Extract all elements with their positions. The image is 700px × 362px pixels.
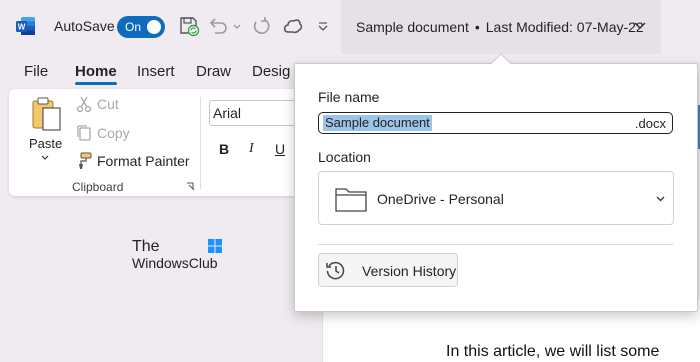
paste-button[interactable]: Paste: [29, 136, 62, 151]
tab-home[interactable]: Home: [75, 63, 117, 80]
autosave-label: AutoSave: [54, 18, 115, 34]
document-title-button[interactable]: Sample document • Last Modified: 07-May-22: [341, 0, 661, 54]
underline-button[interactable]: U: [275, 141, 285, 157]
location-label: Location: [318, 149, 371, 165]
windows-logo-icon: [208, 239, 222, 253]
scissors-icon: [76, 96, 92, 113]
toggle-knob: [147, 20, 161, 34]
undo-icon[interactable]: [207, 15, 229, 37]
tab-draw[interactable]: Draw: [196, 63, 231, 80]
document-body-text: In this article, we will list some: [446, 343, 660, 360]
file-name-value: Sample document: [323, 115, 432, 131]
redo-icon[interactable]: [250, 15, 272, 37]
copy-icon: [77, 125, 91, 141]
document-name: Sample document: [356, 19, 469, 35]
cut-label: Cut: [97, 96, 119, 112]
svg-text:W: W: [18, 23, 26, 32]
save-sync-icon[interactable]: [178, 15, 200, 37]
word-icon[interactable]: W: [16, 17, 35, 35]
history-icon: [326, 261, 345, 280]
popup-divider: [318, 244, 673, 245]
last-modified: Last Modified: 07-May-22: [485, 19, 644, 35]
clipboard-group-label: Clipboard: [72, 180, 124, 194]
version-history-button[interactable]: Version History: [318, 253, 458, 287]
italic-button[interactable]: I: [249, 141, 254, 157]
touch-mode-icon[interactable]: [282, 15, 304, 37]
paste-icon[interactable]: [31, 96, 63, 132]
chevron-down-icon: [656, 196, 665, 202]
location-value: OneDrive - Personal: [377, 191, 504, 207]
dialog-launcher-icon[interactable]: [186, 182, 195, 191]
bold-button[interactable]: B: [219, 141, 229, 157]
undo-dropdown-icon[interactable]: [232, 15, 242, 37]
autosave-toggle[interactable]: On: [117, 16, 165, 38]
document-title: Sample document • Last Modified: 07-May-22: [356, 19, 644, 35]
customize-toolbar-icon[interactable]: [316, 15, 330, 37]
watermark-line-2: WindowsClub: [132, 255, 218, 271]
active-tab-indicator: [75, 82, 117, 85]
version-history-label: Version History: [362, 263, 457, 279]
paintbrush-icon: [79, 152, 92, 169]
title-separator: •: [474, 19, 480, 35]
file-extension: .docx: [634, 116, 666, 131]
file-info-popup: File name Sample document .docx Location…: [294, 63, 698, 312]
tab-file[interactable]: File: [24, 63, 48, 80]
paste-dropdown-icon[interactable]: [41, 155, 49, 161]
chevron-down-icon: [634, 22, 646, 30]
file-name-label: File name: [318, 89, 380, 105]
title-bar: W AutoSave On Sample document • Last Modif…: [0, 0, 700, 54]
ribbon-panel: Paste Cut Copy Format Painter Clipboard …: [9, 89, 339, 196]
copy-label: Copy: [97, 125, 130, 141]
file-name-input[interactable]: Sample document .docx: [318, 112, 673, 134]
format-painter-label: Format Painter: [97, 153, 190, 169]
tab-insert[interactable]: Insert: [137, 63, 175, 80]
autosave-state: On: [125, 20, 142, 34]
folder-icon: [335, 188, 367, 212]
watermark-line-1: The: [132, 238, 160, 255]
group-divider: [200, 97, 201, 189]
tab-design[interactable]: Desig: [252, 63, 290, 80]
location-dropdown[interactable]: OneDrive - Personal: [318, 171, 674, 225]
